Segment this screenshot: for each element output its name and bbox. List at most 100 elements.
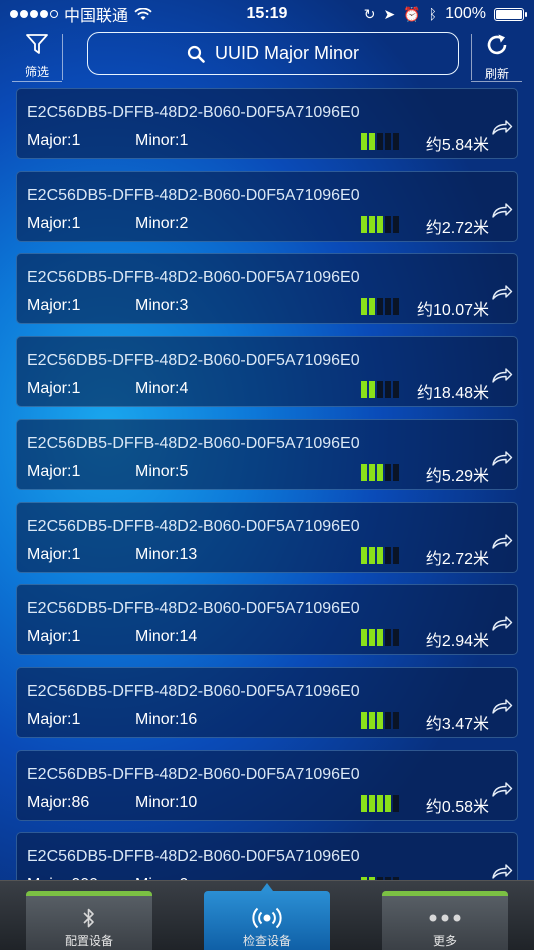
refresh-label: 刷新 xyxy=(484,67,509,81)
signal-bar xyxy=(361,381,367,399)
signal-bar xyxy=(377,298,383,316)
tab-more[interactable]: 更多 xyxy=(382,891,508,950)
device-card[interactable]: E2C56DB5-DFFB-48D2-B060-D0F5A71096E0Majo… xyxy=(16,170,518,242)
device-minor: Minor:2 xyxy=(135,214,189,232)
signal-bars-icon xyxy=(361,381,399,399)
signal-bar xyxy=(369,215,375,233)
search-placeholder: UUID Major Minor xyxy=(214,43,360,63)
signal-bars-icon xyxy=(361,629,399,647)
device-minor: Minor:4 xyxy=(135,380,189,398)
signal-bars-icon xyxy=(361,794,399,812)
signal-bar xyxy=(361,629,367,647)
refresh-button[interactable]: 刷新 xyxy=(472,32,522,82)
device-minor: Minor:13 xyxy=(135,545,198,563)
device-minor: Minor:1 xyxy=(135,132,189,149)
tab-configure-device[interactable]: 配置设备 xyxy=(26,891,152,950)
device-distance: 约3.47米 xyxy=(425,715,489,733)
signal-bar xyxy=(377,463,383,481)
share-icon[interactable] xyxy=(491,779,513,799)
device-major: Major:1 xyxy=(27,462,81,480)
signal-bars-icon xyxy=(361,711,399,729)
bluetooth-icon xyxy=(83,908,94,928)
wifi-icon xyxy=(134,7,152,20)
device-distance: 约2.72米 xyxy=(425,550,489,568)
device-minor: Minor:16 xyxy=(135,710,198,728)
share-icon[interactable] xyxy=(491,861,513,880)
signal-bar xyxy=(393,546,399,564)
device-card[interactable]: E2C56DB5-DFFB-48D2-B060-D0F5A71096E0 Majo… xyxy=(16,749,518,821)
device-card[interactable]: E2C56DB5-DFFB-48D2-B060-D0F5A71096E0Majo… xyxy=(16,336,518,408)
device-major: Major:1 xyxy=(27,628,81,646)
device-minor: Minor:3 xyxy=(135,297,189,315)
active-tab-indicator xyxy=(261,883,273,891)
device-major: Major:86 xyxy=(27,793,90,811)
signal-bar xyxy=(385,463,391,481)
signal-bar xyxy=(385,381,391,399)
bluetooth-status-icon: ᛒ xyxy=(428,6,438,22)
signal-bar xyxy=(385,546,391,564)
signal-bar xyxy=(377,381,383,399)
device-distance: 约18.48米 xyxy=(416,385,489,403)
device-card[interactable]: E2C56DB5-DFFB-48D2-B060-D0F5A71096E0Majo… xyxy=(16,666,518,738)
signal-bar xyxy=(385,711,391,729)
signal-bar xyxy=(377,133,383,150)
signal-bar xyxy=(385,629,391,647)
device-major: Major:1 xyxy=(27,545,81,563)
device-card[interactable]: E2C56DB5-DFFB-48D2-B060-D0F5A71096E0Majo… xyxy=(16,253,518,325)
nav-divider xyxy=(62,34,63,80)
tab-label: 更多 xyxy=(432,934,457,948)
signal-bar xyxy=(369,711,375,729)
signal-bar xyxy=(361,215,367,233)
signal-bar xyxy=(377,629,383,647)
device-major: Major:1 xyxy=(27,214,81,232)
device-uuid: E2C56DB5-DFFB-48D2-B060-D0F5A71096E0 xyxy=(27,600,360,618)
signal-bar xyxy=(361,711,367,729)
signal-bar xyxy=(369,463,375,481)
signal-bars-icon xyxy=(361,463,399,481)
share-icon[interactable] xyxy=(491,531,513,551)
device-card[interactable]: E2C56DB5-DFFB-48D2-B060-D0F5A71096E0Majo… xyxy=(16,832,518,880)
signal-bar xyxy=(393,629,399,647)
location-icon: ➤ xyxy=(383,6,396,22)
search-input[interactable]: UUID Major Minor xyxy=(87,32,459,75)
share-icon[interactable] xyxy=(491,200,513,220)
signal-bars-icon xyxy=(361,215,399,233)
signal-bar xyxy=(361,463,367,481)
device-distance: 约5.29米 xyxy=(425,467,489,485)
carrier-name: 中国联通 xyxy=(64,8,129,25)
signal-bar xyxy=(377,546,383,564)
device-distance: 约2.94米 xyxy=(425,633,489,651)
device-card[interactable]: E2C56DB5-DFFB-48D2-B060-D0F5A71096E0Majo… xyxy=(16,88,518,159)
device-card[interactable]: E2C56DB5-DFFB-48D2-B060-D0F5A71096E0 Majo… xyxy=(16,584,518,656)
device-uuid: E2C56DB5-DFFB-48D2-B060-D0F5A71096E0 xyxy=(27,848,360,866)
share-icon[interactable] xyxy=(491,117,513,137)
device-minor: Minor:14 xyxy=(135,628,198,646)
device-uuid: E2C56DB5-DFFB-48D2-B060-D0F5A71096E0 xyxy=(27,104,360,121)
device-list[interactable]: E2C56DB5-DFFB-48D2-B060-D0F5A71096E0 Majo… xyxy=(0,88,534,880)
device-card[interactable]: E2C56DB5-DFFB-48D2-B060-D0F5A71096E0Majo… xyxy=(16,501,518,573)
signal-bar xyxy=(369,546,375,564)
signal-bar xyxy=(369,629,375,647)
device-uuid: E2C56DB5-DFFB-48D2-B060-D0F5A71096E0 xyxy=(27,765,360,783)
signal-bar xyxy=(385,133,391,150)
share-icon[interactable] xyxy=(491,696,513,716)
device-card[interactable]: E2C56DB5-DFFB-48D2-B060-D0F5A71096E0Majo… xyxy=(16,418,518,490)
device-distance: 约2.72米 xyxy=(425,219,489,237)
device-distance: 约10.07米 xyxy=(416,302,489,320)
signal-bar xyxy=(393,794,399,812)
signal-bars-icon xyxy=(361,298,399,316)
signal-bar xyxy=(393,711,399,729)
share-icon[interactable] xyxy=(491,613,513,633)
tab-bar: 配置设备 检查设备 更多 xyxy=(0,880,534,950)
tab-check-device[interactable]: 检查设备 xyxy=(204,883,330,950)
share-icon[interactable] xyxy=(491,448,513,468)
signal-bar xyxy=(393,133,399,150)
signal-bar xyxy=(393,381,399,399)
device-major: Major:1 xyxy=(27,297,81,315)
signal-bar xyxy=(385,298,391,316)
share-icon[interactable] xyxy=(491,282,513,302)
filter-button[interactable]: 筛选 xyxy=(12,32,62,80)
status-bar: 中国联通 15:19 ↻ ➤ ⏰ ᛒ 100% xyxy=(0,0,534,28)
signal-bars-icon xyxy=(361,546,399,564)
share-icon[interactable] xyxy=(491,365,513,385)
